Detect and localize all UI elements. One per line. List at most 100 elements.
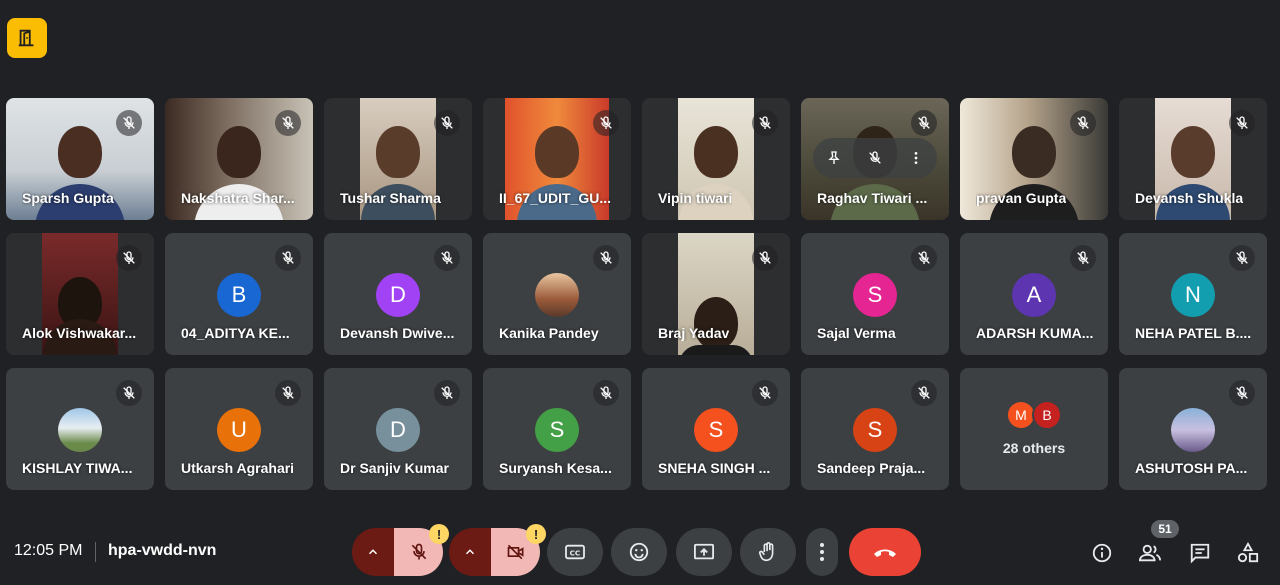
participant-avatar: B <box>217 273 261 317</box>
participant-tile[interactable]: D Dr Sanjiv Kumar <box>324 368 472 490</box>
mic-off-icon <box>434 380 460 406</box>
participant-tile[interactable]: Raghav Tiwari ... <box>801 98 949 220</box>
participant-avatar: S <box>694 408 738 452</box>
participant-tile[interactable]: S Suryansh Kesa... <box>483 368 631 490</box>
info-icon[interactable] <box>1089 540 1115 566</box>
mic-off-icon <box>911 245 937 271</box>
mic-off-icon <box>1070 110 1096 136</box>
participant-avatar: U <box>217 408 261 452</box>
participant-tile[interactable]: S Sajal Verma <box>801 233 949 355</box>
mic-warning-badge: ! <box>429 524 449 544</box>
divider <box>95 542 96 562</box>
mic-toggle-button[interactable]: ! <box>394 524 449 576</box>
camera-toggle-button[interactable]: ! <box>491 524 546 576</box>
participant-tile[interactable]: A ADARSH KUMA... <box>960 233 1108 355</box>
mic-off-icon <box>275 380 301 406</box>
raise-hand-icon <box>757 541 779 563</box>
mic-off-icon <box>593 380 619 406</box>
more-vert-icon <box>819 542 825 562</box>
participant-tile[interactable]: B 04_ADITYA KE... <box>165 233 313 355</box>
mic-off-icon <box>911 380 937 406</box>
mic-off-icon <box>1229 245 1255 271</box>
participant-name: Braj Yadav <box>658 325 730 341</box>
pin-icon[interactable] <box>826 150 842 166</box>
participant-tile[interactable]: Braj Yadav <box>642 233 790 355</box>
participant-tile[interactable]: D Devansh Dwive... <box>324 233 472 355</box>
participant-avatar-photo <box>1171 408 1215 452</box>
mic-off-icon <box>434 245 460 271</box>
activities-icon[interactable] <box>1235 540 1261 566</box>
camera-off-icon <box>505 542 527 562</box>
participant-tile[interactable]: S SNEHA SINGH ... <box>642 368 790 490</box>
camera-control-group: ! <box>449 524 546 576</box>
participant-head <box>376 126 420 178</box>
participant-tile[interactable]: U Utkarsh Agrahari <box>165 368 313 490</box>
participant-name: KISHLAY TIWA... <box>22 460 133 476</box>
participant-name: Utkarsh Agrahari <box>181 460 295 476</box>
participant-tile[interactable]: Nakshatra Shar... <box>165 98 313 220</box>
participant-tile[interactable]: KISHLAY TIWA... <box>6 368 154 490</box>
present-button[interactable] <box>676 528 732 576</box>
chat-icon[interactable] <box>1187 540 1213 566</box>
more-options-button[interactable] <box>806 528 838 576</box>
participant-name: Nakshatra Shar... <box>181 190 295 206</box>
participant-head <box>694 297 738 349</box>
participant-name: Vipin tiwari <box>658 190 733 206</box>
meet-window: Sparsh Gupta Nakshatra Shar... Tushar Sh… <box>0 0 1280 585</box>
participant-grid: Sparsh Gupta Nakshatra Shar... Tushar Sh… <box>6 98 1276 490</box>
mic-off-icon <box>593 245 619 271</box>
door-exit-icon[interactable] <box>7 18 47 58</box>
participant-tile[interactable]: N NEHA PATEL B.... <box>1119 233 1267 355</box>
participant-name: Devansh Dwive... <box>340 325 455 341</box>
captions-icon: CC <box>564 543 586 561</box>
participant-tile[interactable]: Kanika Pandey <box>483 233 631 355</box>
camera-warning-badge: ! <box>526 524 546 544</box>
participant-name: Devansh Shukla <box>1135 190 1244 206</box>
tile-hover-controls <box>813 138 937 178</box>
mic-options-button[interactable] <box>352 528 394 576</box>
participant-head <box>1012 126 1056 178</box>
mic-off-icon <box>275 110 301 136</box>
participant-name: Kanika Pandey <box>499 325 599 341</box>
mic-off-icon <box>752 245 778 271</box>
participant-tile[interactable]: Tushar Sharma <box>324 98 472 220</box>
participant-tile[interactable]: II_67_UDIT_GU... <box>483 98 631 220</box>
participant-tile[interactable]: Devansh Shukla <box>1119 98 1267 220</box>
participant-tile[interactable]: ASHUTOSH PA... <box>1119 368 1267 490</box>
people-icon[interactable] <box>1137 540 1163 566</box>
participant-tile[interactable]: Alok Vishwakar... <box>6 233 154 355</box>
call-end-icon <box>872 545 898 559</box>
participant-avatar: N <box>1171 273 1215 317</box>
mic-off-icon <box>911 110 937 136</box>
mute-participant-icon[interactable] <box>867 150 883 166</box>
participant-name: NEHA PATEL B.... <box>1135 325 1252 341</box>
participant-head <box>58 126 102 178</box>
leave-call-button[interactable] <box>849 528 921 576</box>
mic-off-icon <box>116 380 142 406</box>
others-count-label: 28 others <box>1002 440 1066 456</box>
participant-name: Sparsh Gupta <box>22 190 114 206</box>
camera-options-button[interactable] <box>449 528 491 576</box>
participant-tile[interactable]: Sparsh Gupta <box>6 98 154 220</box>
participant-avatar-photo <box>58 408 102 452</box>
raise-hand-button[interactable] <box>740 528 796 576</box>
participant-name: Tushar Sharma <box>340 190 441 206</box>
mic-control-group: ! <box>352 524 449 576</box>
mic-off-icon <box>752 110 778 136</box>
others-tile[interactable]: M B 28 others <box>960 368 1108 490</box>
mic-off-icon <box>1229 110 1255 136</box>
participant-head <box>535 126 579 178</box>
more-options-icon[interactable] <box>908 150 924 166</box>
participant-tile[interactable]: S Sandeep Praja... <box>801 368 949 490</box>
captions-button[interactable]: CC <box>547 528 603 576</box>
meeting-time: 12:05 PM <box>14 542 83 559</box>
participant-name: Suryansh Kesa... <box>499 460 612 476</box>
participant-avatar: S <box>853 273 897 317</box>
mic-off-icon <box>275 245 301 271</box>
mic-off-icon <box>409 542 429 562</box>
bottom-toolbar: 12:05 PM hpa-vwdd-nvn ! ! CC 51 <box>0 520 1280 585</box>
participant-tile[interactable]: pravan Gupta <box>960 98 1108 220</box>
emoji-button[interactable] <box>611 528 667 576</box>
participant-head <box>1171 126 1215 178</box>
participant-tile[interactable]: Vipin tiwari <box>642 98 790 220</box>
